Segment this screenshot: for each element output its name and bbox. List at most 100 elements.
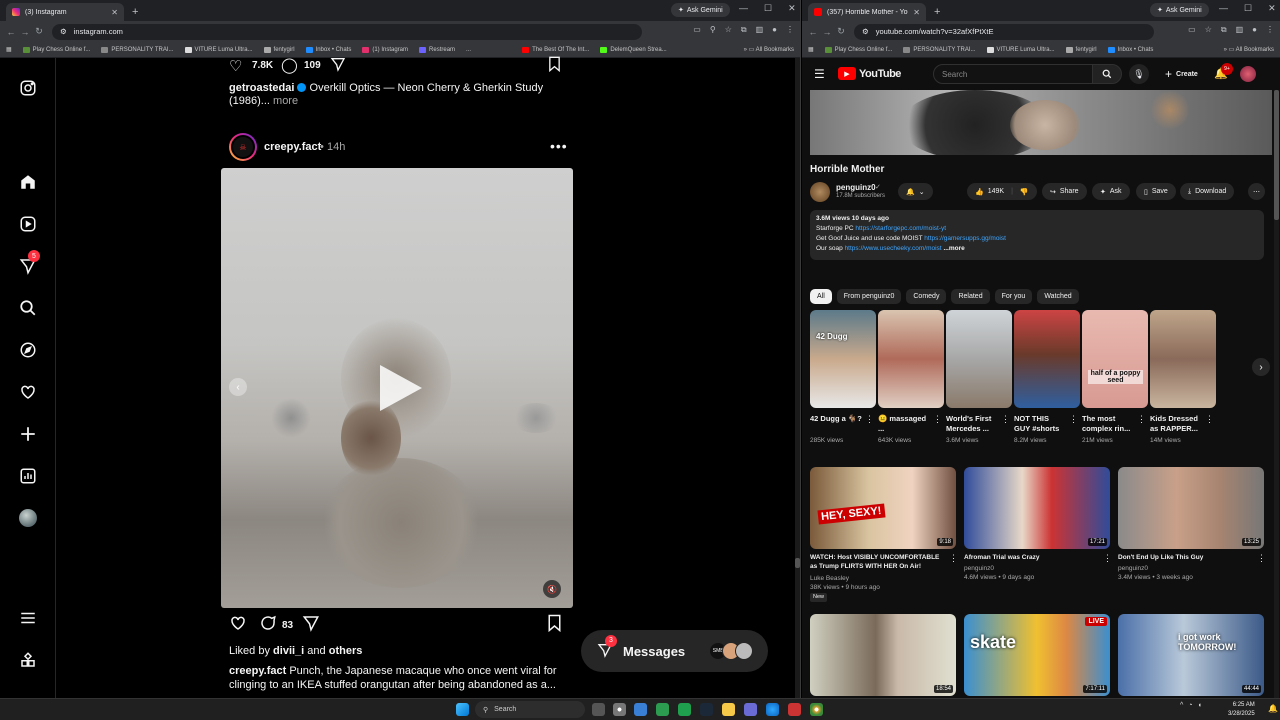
close-window-icon[interactable]: ✕	[788, 3, 796, 14]
bookmark-item[interactable]: DelemQueen Strea...	[600, 46, 667, 53]
file-explorer-icon[interactable]	[722, 703, 735, 716]
profile-icon[interactable]: ●	[1252, 25, 1257, 35]
short-more-icon[interactable]: ⋮	[1069, 414, 1078, 425]
site-info-icon[interactable]: ⚙	[862, 27, 869, 36]
post-video[interactable]: ‹ 🔇	[221, 168, 573, 608]
subscribed-bell-button[interactable]: 🔔 ⌄	[898, 183, 933, 200]
also-from-meta-icon[interactable]	[18, 650, 38, 670]
short-thumbnail[interactable]	[1014, 310, 1080, 408]
more-menu-icon[interactable]	[18, 608, 38, 628]
profile-avatar[interactable]	[18, 508, 38, 528]
bookmark-item[interactable]: fentygirl	[1065, 46, 1097, 53]
all-bookmarks[interactable]: » ▭ All Bookmarks	[1224, 46, 1274, 53]
short-more-icon[interactable]: ⋮	[933, 414, 942, 425]
edge-icon[interactable]	[766, 703, 779, 716]
like-heart-icon[interactable]: ♡	[229, 57, 242, 75]
star-icon[interactable]: ☆	[1205, 25, 1212, 35]
scrollbar[interactable]	[795, 58, 800, 698]
more-actions-button[interactable]: ⋯	[1248, 183, 1265, 200]
video-thumbnail[interactable]: 18:54	[810, 614, 956, 696]
minimize-icon[interactable]: —	[739, 3, 748, 14]
apps-icon[interactable]: ▦	[6, 46, 12, 53]
ask-gemini-button[interactable]: ✦ Ask Gemini	[1150, 3, 1209, 17]
zoom-icon[interactable]: ⚲	[710, 25, 716, 35]
home-icon[interactable]	[18, 172, 38, 192]
short-title[interactable]: Kids Dressed as RAPPER...	[1150, 414, 1202, 434]
create-button[interactable]: + Create	[1157, 65, 1206, 83]
taskbar-search[interactable]: ⚲ Search	[475, 701, 585, 718]
bookmark-item[interactable]: VITURE Luma Ultra...	[184, 46, 253, 53]
chip-watched[interactable]: Watched	[1037, 289, 1079, 304]
tray-chevron-icon[interactable]: ^	[1180, 702, 1183, 709]
bookmark-item[interactable]: Inbox • Chats	[1107, 46, 1153, 53]
apps-icon[interactable]: ▦	[808, 46, 814, 53]
youtube-logo[interactable]: ▶ YouTube	[838, 67, 901, 80]
video-title[interactable]: Afroman Trial was Crazy	[964, 553, 1102, 562]
messages-button[interactable]: 3 Messages SMB	[581, 630, 768, 672]
channel-name[interactable]: penguinz0	[836, 183, 876, 192]
short-thumbnail[interactable]: 42 Dugg	[810, 310, 876, 408]
app-icon[interactable]	[656, 703, 669, 716]
wifi-icon[interactable]: ◔	[1188, 702, 1192, 709]
bookmark-item[interactable]: The Best Of The Int...	[522, 46, 589, 53]
forward-icon[interactable]: →	[18, 27, 32, 37]
direct-messages-icon[interactable]: 5	[18, 250, 40, 276]
url-field[interactable]: ⚙ youtube.com/watch?v=32afXfPtXtE	[854, 23, 1154, 40]
bookmark-item[interactable]: VITURE Luma Ultra...	[986, 46, 1055, 53]
app-icon[interactable]	[634, 703, 647, 716]
maximize-icon[interactable]: ☐	[1244, 3, 1252, 14]
share-button[interactable]: ↪ Share	[1042, 183, 1087, 200]
back-icon[interactable]: ←	[806, 27, 820, 37]
short-more-icon[interactable]: ⋮	[1137, 414, 1146, 425]
liked-by-others[interactable]: others	[329, 645, 363, 657]
video-player[interactable]	[810, 90, 1272, 155]
download-button[interactable]: ⤓ Download	[1180, 183, 1235, 200]
short-thumbnail[interactable]	[1150, 310, 1216, 408]
close-tab-icon[interactable]: ✕	[913, 8, 920, 17]
bookmark-item[interactable]: Inbox • Chats	[305, 46, 351, 53]
chrome-icon[interactable]	[613, 703, 626, 716]
steam-icon[interactable]	[700, 703, 713, 716]
all-bookmarks[interactable]: » ▭ All Bookmarks	[744, 46, 794, 53]
description-link[interactable]: https://gamersupps.gg/moist	[924, 235, 1006, 242]
app-icon[interactable]	[788, 703, 801, 716]
notification-center-icon[interactable]: 🔔	[1268, 704, 1278, 713]
save-bookmark-icon[interactable]	[547, 56, 562, 75]
video-description[interactable]: 3.6M views 10 days ago Starforge PC http…	[810, 210, 1264, 260]
menu-icon[interactable]: ⋮	[1266, 25, 1274, 35]
volume-icon[interactable]: ◖	[1198, 702, 1202, 709]
short-thumbnail[interactable]: half of a poppy seed	[1082, 310, 1148, 408]
comment-icon[interactable]	[259, 614, 277, 635]
chrome-icon[interactable]	[810, 703, 823, 716]
ask-gemini-button[interactable]: ✦ Ask Gemini	[671, 3, 730, 17]
cast-icon[interactable]: ▭	[693, 25, 701, 35]
close-window-icon[interactable]: ✕	[1268, 3, 1276, 14]
explore-icon[interactable]	[18, 340, 38, 360]
like-heart-icon[interactable]	[229, 614, 247, 635]
bookmark-item[interactable]: PERSONALITY TRAI...	[101, 46, 174, 53]
search-input[interactable]: Search	[933, 64, 1093, 84]
save-bookmark-icon[interactable]	[547, 614, 562, 635]
task-view-icon[interactable]	[592, 703, 605, 716]
bookmark-item[interactable]: ...	[466, 47, 471, 53]
like-button[interactable]: 👍 149K | 👎	[967, 183, 1037, 200]
video-channel[interactable]: Luke Beasley	[810, 574, 849, 583]
share-icon[interactable]	[330, 56, 346, 75]
maximize-icon[interactable]: ☐	[764, 3, 772, 14]
video-thumbnail[interactable]: i got work TOMORROW! 44:44	[1118, 614, 1264, 696]
video-thumbnail[interactable]: 17:21	[964, 467, 1110, 549]
prev-post-author[interactable]: getroastedai	[229, 82, 294, 94]
site-info-icon[interactable]: ⚙	[60, 27, 67, 36]
play-icon[interactable]	[376, 362, 424, 417]
extensions-icon[interactable]: ⧉	[1221, 25, 1227, 35]
close-tab-icon[interactable]: ✕	[111, 8, 118, 17]
minimize-icon[interactable]: —	[1219, 3, 1228, 14]
share-icon[interactable]	[302, 614, 320, 635]
description-link[interactable]: https://starforgepc.com/moist-yt	[855, 225, 946, 232]
app-icon[interactable]	[744, 703, 757, 716]
scrollbar[interactable]	[1274, 90, 1279, 698]
scrollbar-thumb[interactable]	[1274, 90, 1279, 220]
hamburger-menu-icon[interactable]: ☰	[814, 67, 825, 81]
bookmark-item[interactable]: Play Chess Online f...	[824, 46, 892, 53]
short-title[interactable]: The most complex rin...	[1082, 414, 1134, 434]
